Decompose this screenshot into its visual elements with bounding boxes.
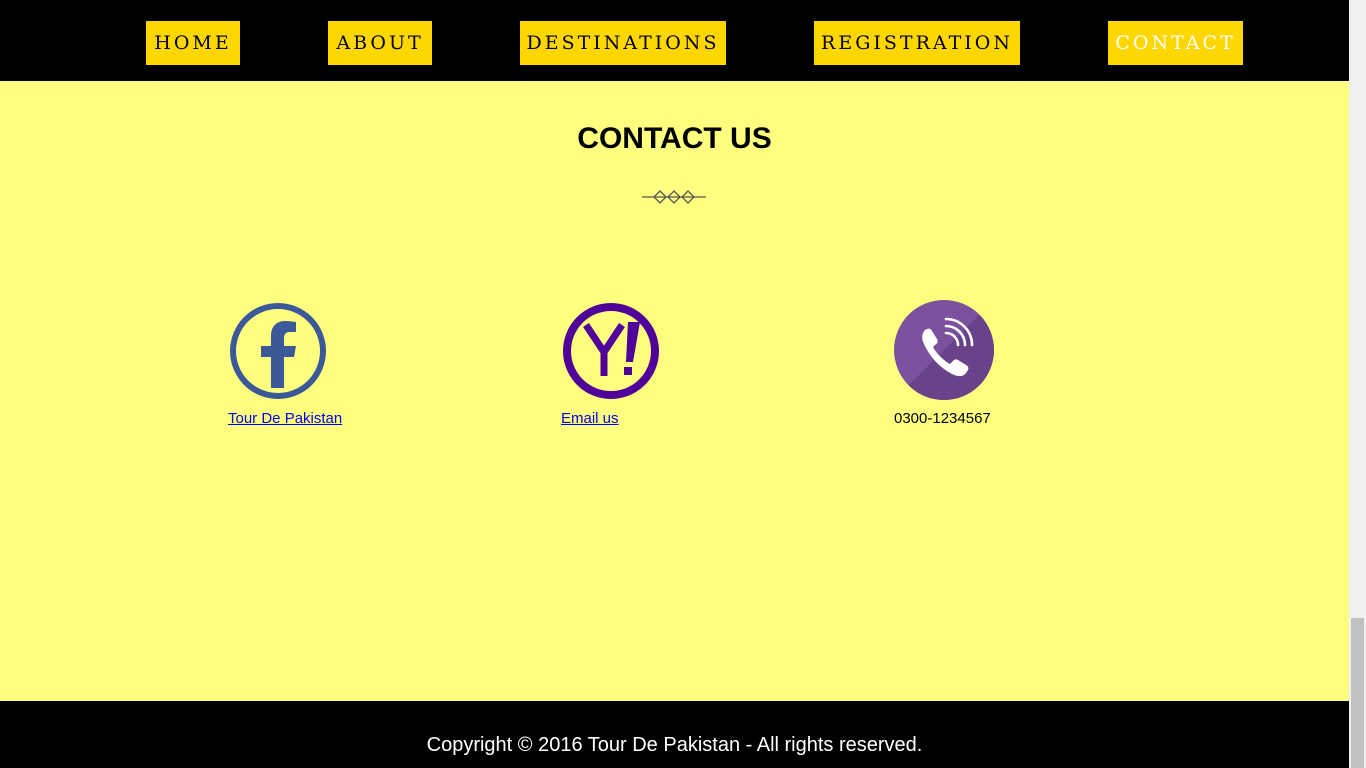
copyright-text: Copyright © 2016 Tour De Pakistan - All … <box>426 734 923 756</box>
phone-number: 0300-1234567 <box>894 410 991 427</box>
nav-item-about[interactable]: ABOUT <box>328 21 432 65</box>
nav-item-home[interactable]: HOME <box>146 21 240 65</box>
viber-phone-icon <box>894 300 994 400</box>
facebook-icon[interactable] <box>228 300 328 400</box>
footer: Copyright © 2016 Tour De Pakistan - All … <box>0 701 1349 768</box>
email-link[interactable]: Email us <box>561 410 619 427</box>
yahoo-icon[interactable] <box>561 300 661 400</box>
nav-item-contact[interactable]: CONTACT <box>1108 21 1243 65</box>
vertical-scrollbar[interactable] <box>1349 0 1366 768</box>
email-link-container: Email us <box>561 410 619 428</box>
nav-item-destinations[interactable]: DESTINATIONS <box>520 21 726 65</box>
facebook-link[interactable]: Tour De Pakistan <box>228 410 342 427</box>
page: HOME ABOUT DESTINATIONS REGISTRATION CON… <box>0 0 1349 768</box>
diamond-divider-icon <box>642 190 706 204</box>
scrollbar-thumb[interactable] <box>1351 618 1364 768</box>
facebook-link-container: Tour De Pakistan <box>228 410 342 428</box>
page-title: CONTACT US <box>577 122 772 155</box>
top-navigation: HOME ABOUT DESTINATIONS REGISTRATION CON… <box>0 0 1349 81</box>
nav-item-registration[interactable]: REGISTRATION <box>814 21 1020 65</box>
